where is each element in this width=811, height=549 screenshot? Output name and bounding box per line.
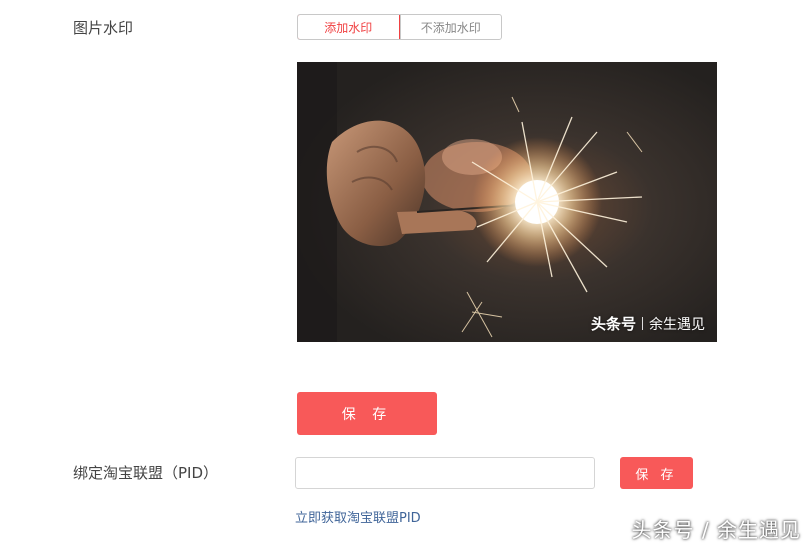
save-button[interactable]: 保 存 <box>297 392 437 435</box>
pid-save-button[interactable]: 保 存 <box>620 457 693 489</box>
photo-watermark: 头条号 余生遇见 <box>591 313 705 334</box>
watermark-author: 余生遇见 <box>649 316 705 333</box>
no-watermark-option[interactable]: 不添加水印 <box>399 15 502 39</box>
watermark-divider <box>642 317 643 330</box>
watermark-brand: 头条号 <box>590 315 636 333</box>
page-watermark: 头条号 / 余生遇见 <box>631 518 801 542</box>
add-watermark-option[interactable]: 添加水印 <box>298 15 400 39</box>
watermark-preview-image: 头条号 余生遇见 <box>297 62 717 342</box>
pid-label: 绑定淘宝联盟（PID） <box>73 464 219 482</box>
watermark-label: 图片水印 <box>73 19 134 37</box>
sparkler-photo <box>297 62 717 342</box>
get-pid-link[interactable]: 立即获取淘宝联盟PID <box>295 507 421 526</box>
watermark-toggle: 添加水印 不添加水印 <box>297 14 502 40</box>
pid-input[interactable] <box>295 457 595 489</box>
